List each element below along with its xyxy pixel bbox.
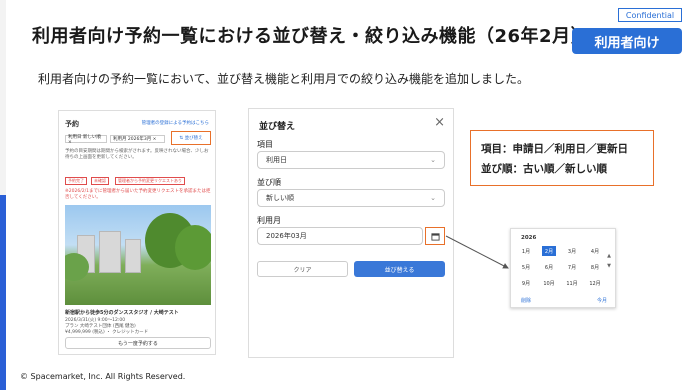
month-option[interactable]: 10月 — [542, 278, 556, 288]
scroll-up-icon[interactable]: ▲ — [607, 253, 611, 259]
month-option[interactable]: 5月 — [519, 262, 533, 272]
connector-arrow — [445, 235, 509, 269]
month-option[interactable]: 9月 — [519, 278, 533, 288]
month-option[interactable]: 1月 — [519, 246, 533, 256]
month-option[interactable]: 3月 — [565, 246, 579, 256]
picker-this-month-button[interactable]: 今月 — [597, 297, 607, 304]
month-option[interactable]: 7月 — [565, 262, 579, 272]
month-option[interactable]: 4月 — [588, 246, 602, 256]
month-option[interactable]: 12月 — [588, 278, 602, 288]
picker-delete-button[interactable]: 削除 — [521, 297, 531, 304]
month-option[interactable]: 8月 — [588, 262, 602, 272]
month-picker: 2026 1月 2月 3月 4月 5月 6月 7月 8月 9月 10月 11月 … — [510, 228, 616, 308]
month-option[interactable]: 11月 — [565, 278, 579, 288]
scroll-down-icon[interactable]: ▼ — [607, 263, 611, 269]
copyright-footer: © Spacemarket, Inc. All Rights Reserved. — [20, 372, 186, 381]
slide: 利用者向け予約一覧における並び替え・絞り込み機能（26年2月） Confiden… — [0, 0, 690, 390]
picker-year: 2026 — [521, 235, 537, 241]
month-option[interactable]: 6月 — [542, 262, 556, 272]
month-option-selected[interactable]: 2月 — [542, 246, 556, 256]
